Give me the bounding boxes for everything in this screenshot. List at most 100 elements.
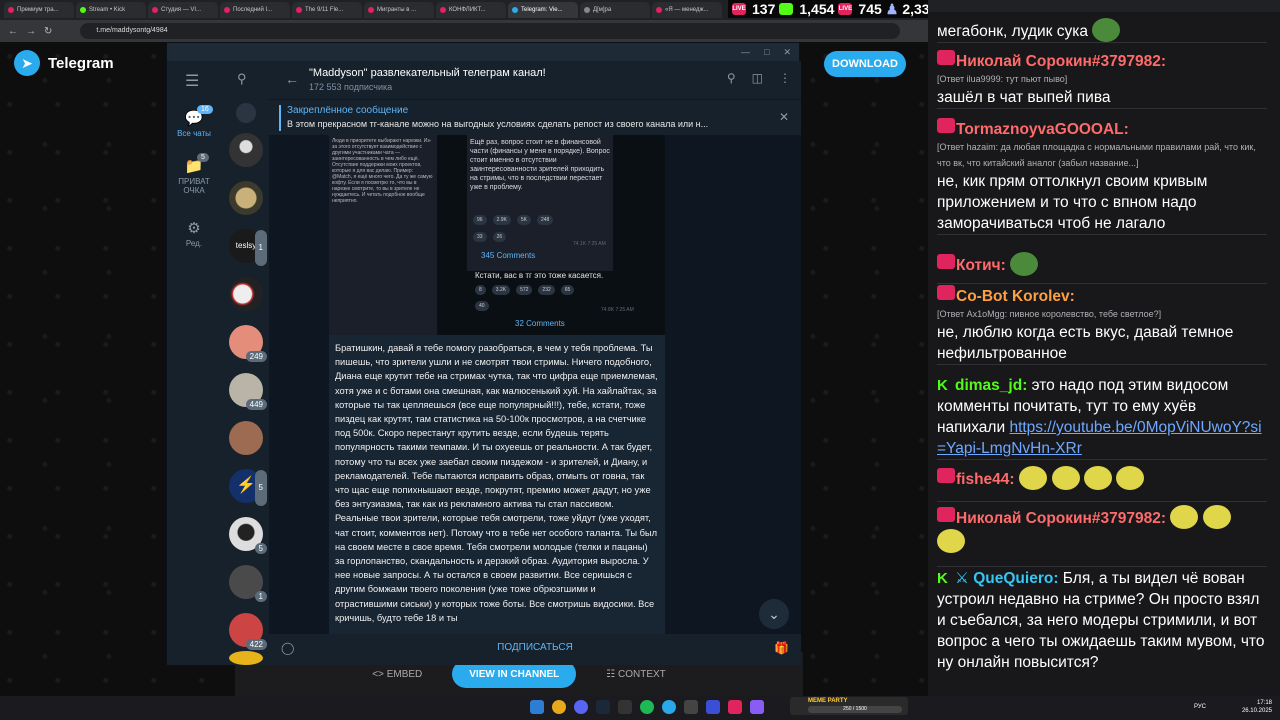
browser-tab[interactable]: Премиум тра... bbox=[4, 2, 74, 18]
clock-date: 26.10.2025 bbox=[1241, 708, 1272, 714]
browser-tab-active[interactable]: Telegram: Vie... bbox=[508, 2, 578, 18]
channel-title[interactable]: "Maddyson" развлекательный телеграм кана… bbox=[309, 67, 546, 79]
chat-username[interactable]: TormaznoyvaGOOOAL: bbox=[956, 121, 1129, 138]
chat-username[interactable]: Котич: bbox=[956, 257, 1006, 274]
reply-quote: [Ответ ilua9999: тут пьют пыво] bbox=[937, 74, 1068, 84]
chat-username[interactable]: Co-Bot Korolev: bbox=[956, 288, 1075, 305]
search-icon[interactable]: ⚲ bbox=[727, 71, 736, 85]
kick-badge-icon: K bbox=[937, 570, 948, 587]
sidebar-toggle-icon[interactable]: ◫ bbox=[752, 71, 763, 85]
app-icon[interactable] bbox=[750, 700, 764, 714]
back-arrow-icon[interactable]: ← bbox=[285, 71, 299, 87]
views-time: 74.1K 7:25 AM bbox=[573, 241, 606, 247]
unread-badge: 5 bbox=[254, 543, 267, 554]
maximize-icon[interactable]: □ bbox=[764, 47, 769, 57]
chat-username[interactable]: fishe44: bbox=[956, 471, 1015, 488]
screenshot-left: Люди в приоритете выбирают нарезки. Из-з… bbox=[329, 135, 437, 335]
chat-avatar[interactable]: 249 bbox=[229, 325, 267, 362]
telegram-icon[interactable] bbox=[662, 700, 676, 714]
chrome-icon[interactable] bbox=[552, 700, 566, 714]
chat-avatar[interactable]: 1 bbox=[229, 565, 267, 602]
browser-tab[interactable]: КОНФЛИКТ... bbox=[436, 2, 506, 18]
views-meta: 74.8K 7:25 AM bbox=[597, 305, 638, 315]
embed-button[interactable]: <> EMBED bbox=[372, 669, 422, 680]
windows-start-icon[interactable] bbox=[530, 700, 544, 714]
tab-favicon-icon bbox=[152, 7, 158, 13]
scroll-down-button[interactable]: ⌄ bbox=[759, 599, 789, 629]
chat-avatar[interactable]: 449 bbox=[229, 373, 267, 410]
chat-avatar[interactable] bbox=[229, 181, 263, 215]
close-icon[interactable]: ✕ bbox=[779, 110, 789, 124]
url-field[interactable]: t.me/maddysontg/4984 bbox=[80, 23, 901, 39]
chat-avatar[interactable]: teslsy 1 bbox=[229, 229, 267, 266]
chat-avatar[interactable]: 5 bbox=[229, 517, 267, 554]
folder-all-chats[interactable]: 💬 16 Все чаты bbox=[167, 105, 221, 138]
chat-username[interactable]: Николай Сорокин#3797982: bbox=[956, 510, 1166, 527]
compose-bar: ◯ ПОДПИСАТЬСЯ 🎁 bbox=[269, 634, 801, 665]
download-button[interactable]: DOWNLOAD bbox=[824, 51, 906, 77]
discord-icon[interactable] bbox=[574, 700, 588, 714]
forward-icon[interactable]: → bbox=[26, 26, 36, 37]
language-indicator[interactable]: РУС bbox=[1194, 704, 1206, 710]
more-icon[interactable]: ⋮ bbox=[779, 71, 791, 85]
post-image[interactable]: Люди в приоритете выбирают нарезки. Из-з… bbox=[329, 135, 665, 335]
browser-tab[interactable]: The 9/11 Fle... bbox=[292, 2, 362, 18]
chat-avatar[interactable] bbox=[229, 421, 263, 455]
folder-private[interactable]: 📁 5 ПРИВАТ ОЧКА bbox=[167, 153, 221, 195]
pepe-emote-icon bbox=[1092, 18, 1121, 42]
obs-icon[interactable] bbox=[618, 700, 632, 714]
saved-avatar[interactable] bbox=[236, 103, 256, 123]
browser-tab[interactable]: Мигранты в ... bbox=[364, 2, 434, 18]
browser-tab[interactable]: Последний I... bbox=[220, 2, 290, 18]
tab-favicon-icon bbox=[80, 7, 86, 13]
context-button[interactable]: ☷ CONTEXT bbox=[606, 669, 666, 680]
tab-favicon-icon bbox=[224, 7, 230, 13]
live-badge: LIVE bbox=[732, 3, 746, 15]
window-titlebar: — □ ✕ bbox=[167, 43, 799, 61]
browser-tab[interactable]: Студия — VI... bbox=[148, 2, 218, 18]
app-icon[interactable] bbox=[706, 700, 720, 714]
browser-tab[interactable]: «Я — менедж... bbox=[652, 2, 722, 18]
channel-header: ← "Maddyson" развлекательный телеграм ка… bbox=[269, 61, 801, 99]
chat-username[interactable]: Николай Сорокин#3797982: bbox=[956, 53, 1166, 70]
minimize-icon[interactable]: — bbox=[741, 47, 750, 57]
tab-label: КОНФЛИКТ... bbox=[449, 7, 486, 13]
live-badge-icon bbox=[937, 468, 955, 483]
app-icon[interactable] bbox=[728, 700, 742, 714]
close-icon[interactable]: ✕ bbox=[783, 47, 791, 58]
chat-avatar[interactable] bbox=[229, 133, 263, 167]
pinned-message-bar[interactable]: Закреплённое сообщение В этом прекрасном… bbox=[269, 99, 801, 135]
reload-icon[interactable]: ↻ bbox=[44, 26, 52, 37]
chat-avatar[interactable]: ⚡ 5 bbox=[229, 469, 267, 506]
back-icon[interactable]: ← bbox=[8, 26, 18, 37]
yellow-face-emote-icon bbox=[1116, 466, 1145, 490]
tab-favicon-icon bbox=[368, 7, 374, 13]
steam-icon[interactable] bbox=[596, 700, 610, 714]
unread-badge: 422 bbox=[245, 639, 267, 650]
message-text: не, кик прям оттолкнул своим кривым прил… bbox=[937, 173, 1208, 232]
subscribe-button[interactable]: ПОДПИСАТЬСЯ bbox=[269, 642, 801, 653]
channel-subscribers: 172 553 подписчика bbox=[309, 82, 393, 92]
pinned-text: В этом прекрасном тг-канале можно на выг… bbox=[287, 119, 709, 129]
chat-avatar[interactable] bbox=[229, 277, 263, 311]
chat-avatar[interactable] bbox=[229, 651, 263, 665]
kick-icon bbox=[779, 3, 794, 15]
chat-username[interactable]: QueQuiero: bbox=[973, 570, 1058, 587]
channel-post: Братишкин, давай я тебе помогу разобрать… bbox=[329, 335, 665, 665]
chat-username[interactable]: dimas_jd: bbox=[955, 377, 1027, 394]
chat-avatar[interactable]: 422 bbox=[229, 613, 267, 650]
browser-tab[interactable]: Stream • Kick bbox=[76, 2, 146, 18]
gift-icon[interactable]: 🎁 bbox=[774, 641, 789, 655]
hamburger-menu-icon[interactable]: ☰ bbox=[185, 71, 199, 91]
folder-edit[interactable]: ⚙ Ред. bbox=[167, 219, 221, 248]
yellow-face-emote-icon bbox=[1202, 505, 1231, 529]
unread-badge: 16 bbox=[197, 105, 213, 114]
reaction: 572 bbox=[516, 285, 533, 295]
meme-party-title: MEME PARTY bbox=[808, 698, 848, 704]
search-icon[interactable]: ⚲ bbox=[237, 71, 247, 87]
tab-favicon-icon bbox=[584, 7, 590, 13]
reaction: 3.2K bbox=[491, 285, 511, 295]
spotify-icon[interactable] bbox=[640, 700, 654, 714]
app-icon[interactable] bbox=[684, 700, 698, 714]
browser-tab[interactable]: Д[м]ра bbox=[580, 2, 650, 18]
